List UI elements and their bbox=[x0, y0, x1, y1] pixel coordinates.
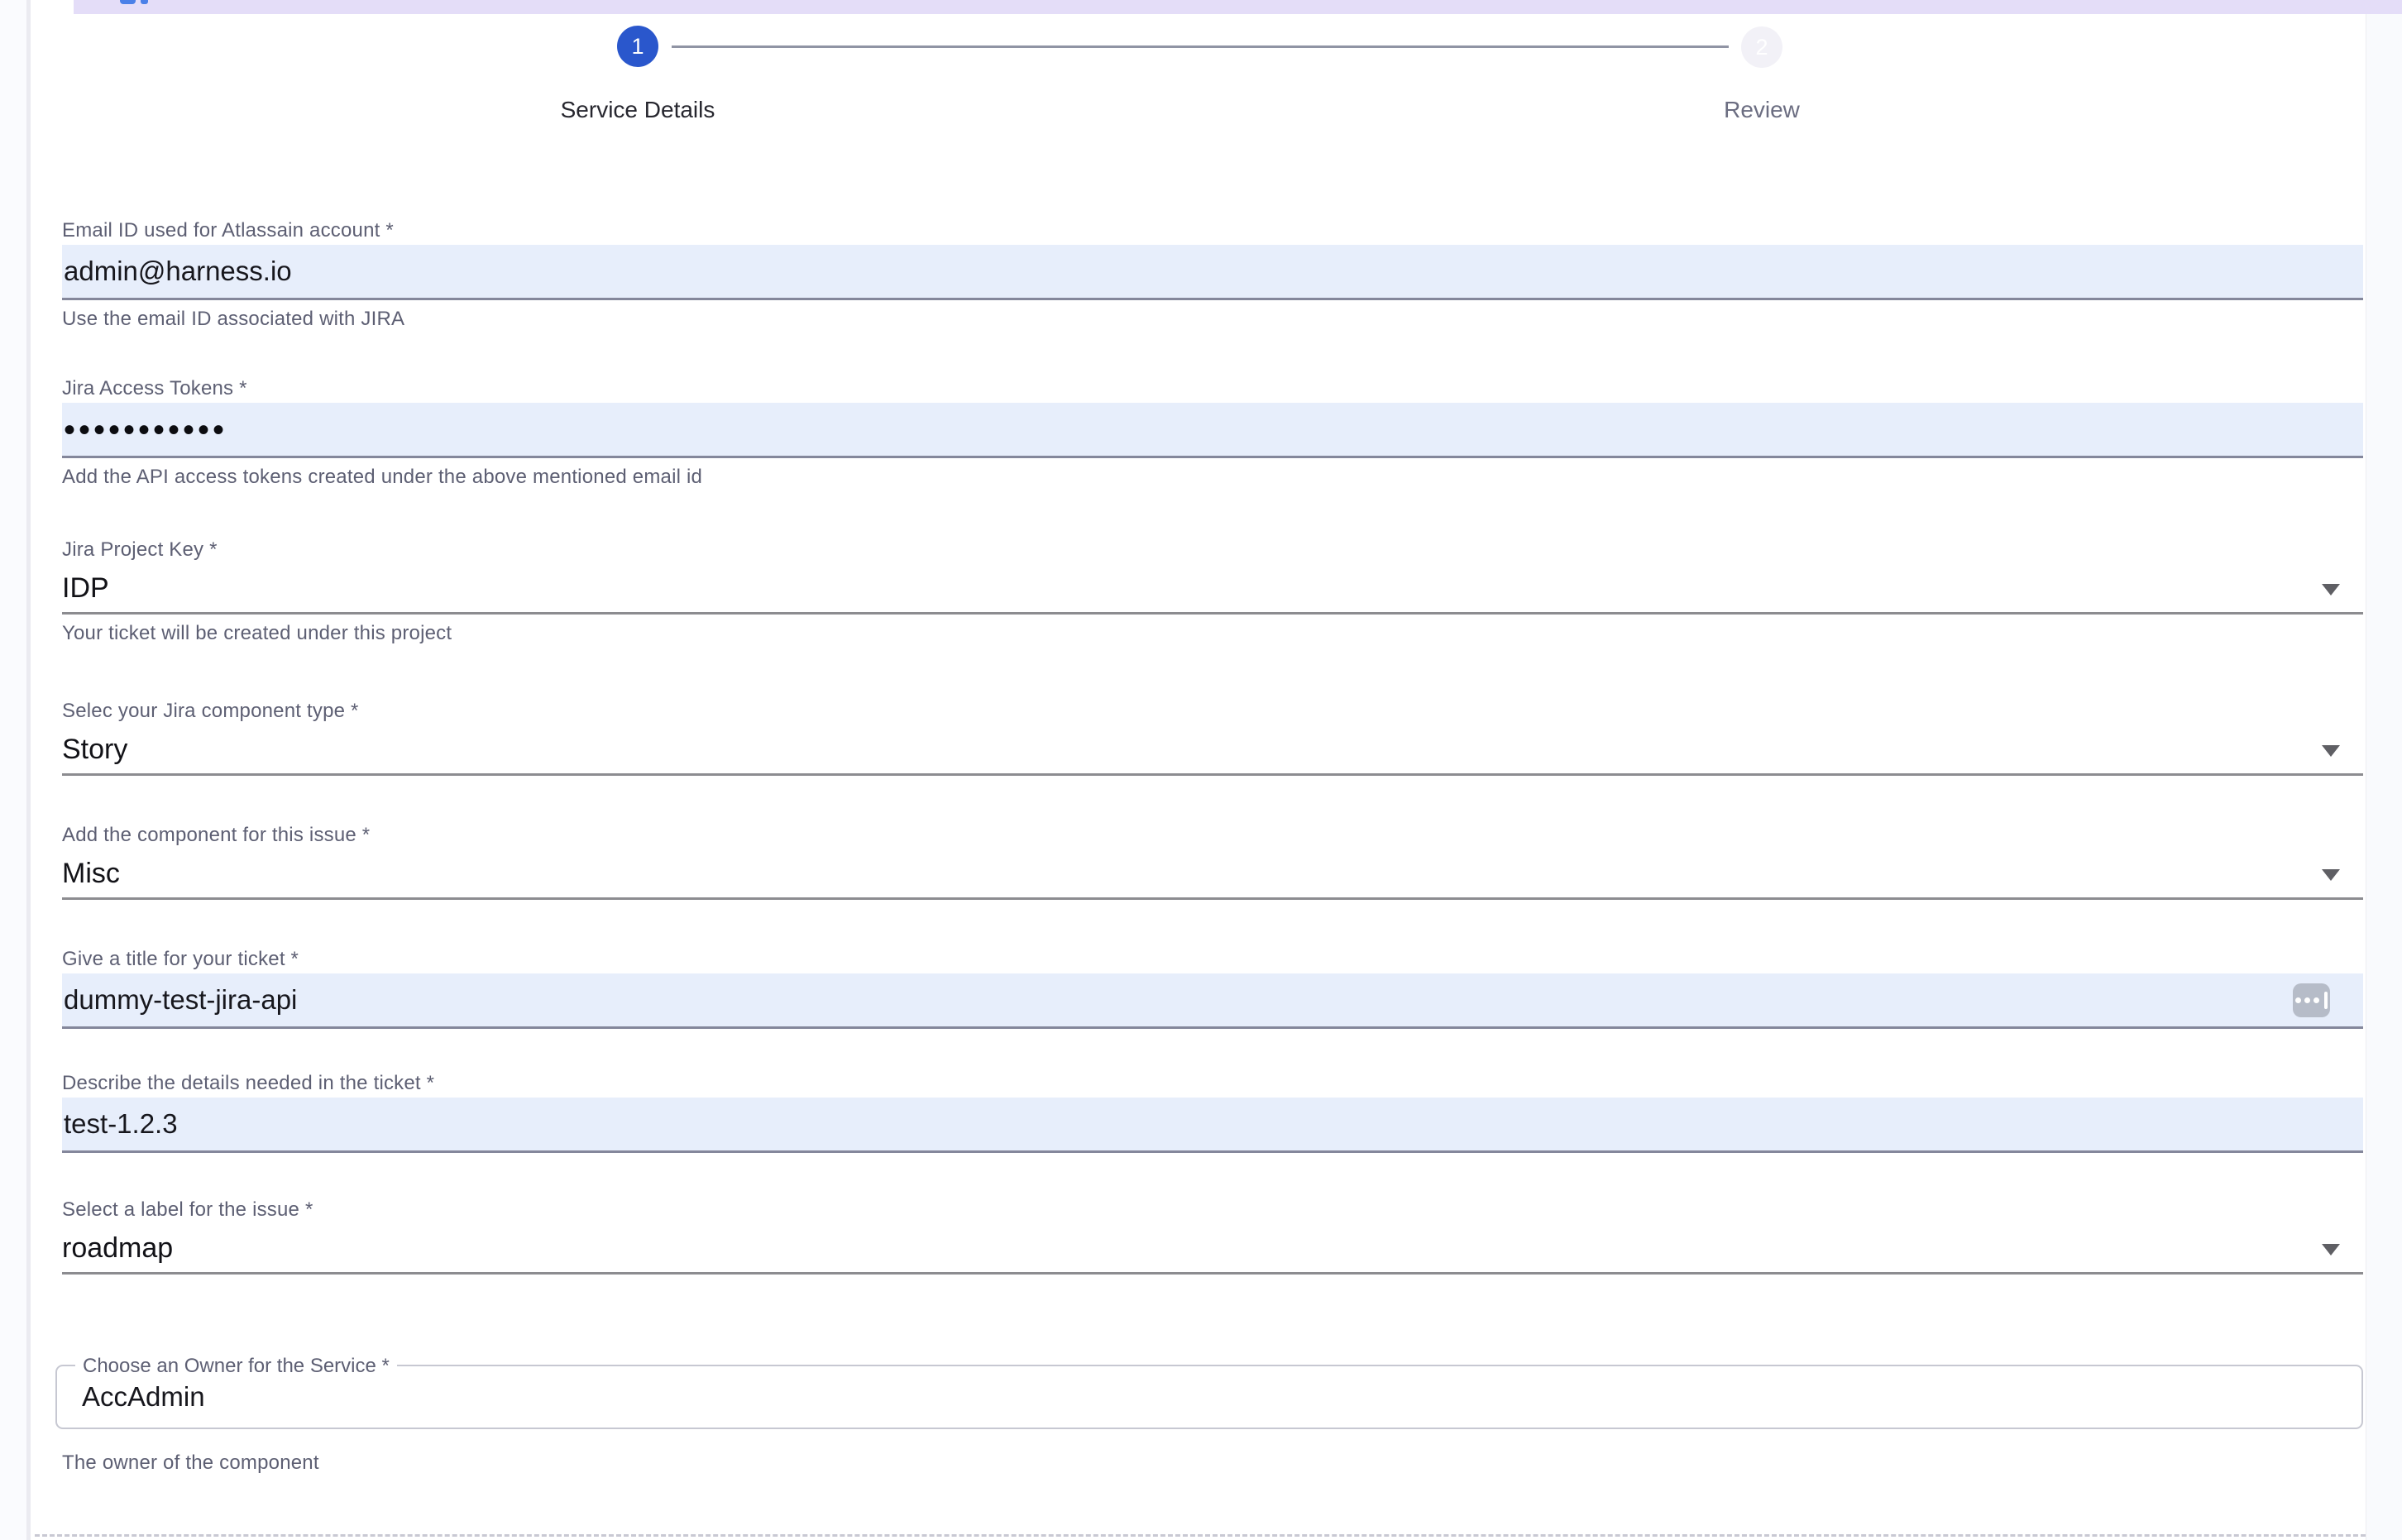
service-owner-outline: Choose an Owner for the Service * bbox=[55, 1365, 2363, 1429]
field-component-type: Selec your Jira component type * Story bbox=[62, 699, 2363, 776]
step-1-label: Service Details bbox=[505, 97, 770, 123]
field-ticket-description: Describe the details needed in the ticke… bbox=[62, 1071, 2363, 1153]
component-type-label: Selec your Jira component type * bbox=[62, 699, 2363, 724]
tokens-helper: Add the API access tokens created under … bbox=[62, 465, 2363, 490]
service-owner-label: Choose an Owner for the Service * bbox=[75, 1354, 397, 1379]
component-type-select[interactable]: Story bbox=[62, 725, 2363, 776]
field-issue-component: Add the component for this issue * Misc bbox=[62, 823, 2363, 900]
chevron-down-icon[interactable] bbox=[2322, 869, 2340, 881]
ticket-title-input[interactable] bbox=[62, 973, 2363, 1029]
chevron-down-icon[interactable] bbox=[2322, 745, 2340, 757]
bottom-dashed-divider bbox=[35, 1534, 2366, 1537]
field-issue-label: Select a label for the issue * roadmap bbox=[62, 1198, 2363, 1275]
component-type-value: Story bbox=[62, 734, 127, 766]
email-label: Email ID used for Atlassain account * bbox=[62, 218, 2363, 243]
project-key-select[interactable]: IDP bbox=[62, 564, 2363, 615]
step-2-label: Review bbox=[1629, 97, 1894, 123]
field-jira-project-key: Jira Project Key * IDP Your ticket will … bbox=[62, 538, 2363, 646]
issue-label-value: roadmap bbox=[62, 1232, 173, 1265]
project-key-helper: Your ticket will be created under this p… bbox=[62, 621, 2363, 646]
email-input[interactable] bbox=[62, 245, 2363, 300]
service-owner-helper: The owner of the component bbox=[62, 1451, 2363, 1475]
issue-component-select[interactable]: Misc bbox=[62, 849, 2363, 900]
service-owner-input[interactable] bbox=[57, 1366, 2361, 1428]
ticket-title-label: Give a title for your ticket * bbox=[62, 947, 2363, 972]
chevron-down-icon[interactable] bbox=[2322, 1244, 2340, 1255]
step-2-circle: 2 bbox=[1741, 26, 1782, 68]
issue-component-label: Add the component for this issue * bbox=[62, 823, 2363, 848]
ticket-description-label: Describe the details needed in the ticke… bbox=[62, 1071, 2363, 1096]
ellipsis-cursor-icon[interactable] bbox=[2293, 983, 2330, 1017]
drawer-top-strip bbox=[74, 0, 2402, 14]
email-helper: Use the email ID associated with JIRA bbox=[62, 307, 2363, 332]
chevron-down-icon[interactable] bbox=[2322, 584, 2340, 595]
stepper-connector-line bbox=[672, 45, 1729, 48]
clipped-blue-icon bbox=[120, 0, 136, 4]
tokens-input[interactable] bbox=[62, 403, 2363, 458]
field-jira-access-tokens: Jira Access Tokens * Add the API access … bbox=[62, 376, 2363, 490]
ticket-description-input[interactable] bbox=[62, 1098, 2363, 1153]
field-email: Email ID used for Atlassain account * Us… bbox=[62, 218, 2363, 332]
issue-label-select[interactable]: roadmap bbox=[62, 1224, 2363, 1275]
step-1-circle: 1 bbox=[617, 26, 658, 67]
left-margin-rail bbox=[0, 0, 31, 1540]
issue-label-label: Select a label for the issue * bbox=[62, 1198, 2363, 1222]
right-margin-rail bbox=[2366, 0, 2402, 1540]
tokens-label: Jira Access Tokens * bbox=[62, 376, 2363, 401]
project-key-value: IDP bbox=[62, 572, 109, 605]
field-ticket-title: Give a title for your ticket * bbox=[62, 947, 2363, 1029]
issue-component-value: Misc bbox=[62, 858, 120, 890]
clipped-blue-icon bbox=[141, 0, 148, 4]
field-service-owner: Choose an Owner for the Service * The ow… bbox=[62, 1365, 2363, 1475]
project-key-label: Jira Project Key * bbox=[62, 538, 2363, 562]
